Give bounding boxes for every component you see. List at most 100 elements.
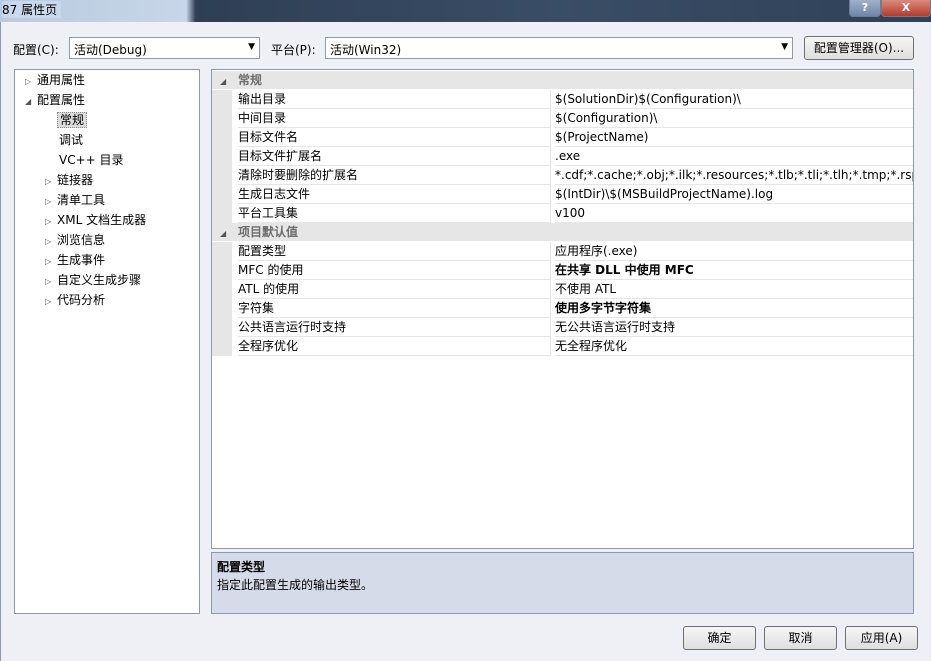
config-value: 活动(Debug) [74,43,147,57]
description-text: 指定此配置生成的输出类型。 [217,578,374,592]
tree-item-common-properties[interactable]: ▷ 通用属性 [25,71,85,89]
property-row[interactable]: ATL 的使用 不使用 ATL [212,280,913,299]
property-value[interactable]: $(IntDir)\$(MSBuildProjectName).log [555,185,913,204]
property-row[interactable]: 中间目录 $(Configuration)\ [212,109,913,128]
tree-item-label: 代码分析 [57,293,106,307]
property-name: 目标文件名 [238,128,551,147]
description-title: 配置类型 [217,560,266,574]
help-button[interactable]: ? [849,0,881,17]
category-general[interactable]: ◢ 常规 [212,71,913,89]
property-value[interactable]: .exe [555,147,913,166]
property-tree[interactable]: ▷ 通用属性 ◢ 配置属性 常规 调试 VC++ 目录 ▷ 链接器 ▷ 清单工具 ▷ XM… [14,69,200,614]
collapse-arrow-icon[interactable]: ◢ [220,73,238,91]
tree-item-manifest-tool[interactable]: ▷ 清单工具 [45,191,105,209]
tree-item-config-properties[interactable]: ◢ 配置属性 [25,91,85,109]
tree-item-browse-info[interactable]: ▷ 浏览信息 [45,231,105,249]
property-row[interactable]: 目标文件名 $(ProjectName) [212,128,913,147]
tree-item-label: 链接器 [57,173,94,187]
config-combo[interactable]: 活动(Debug) ▼ [69,37,260,59]
category-label: 常规 [238,73,263,87]
property-value[interactable]: $(SolutionDir)$(Configuration)\ [555,90,913,109]
chevron-down-icon: ▼ [781,42,788,52]
description-panel: 配置类型 指定此配置生成的输出类型。 [211,552,914,614]
tree-item-linker[interactable]: ▷ 链接器 [45,171,93,189]
expand-arrow-icon[interactable]: ▷ [45,193,57,211]
property-name: 公共语言运行时支持 [238,318,551,337]
property-value[interactable]: v100 [555,204,913,223]
config-label: 配置(C): [13,43,59,57]
expand-arrow-icon[interactable]: ▷ [45,293,57,311]
property-name: 中间目录 [238,109,551,128]
expand-arrow-icon[interactable]: ▷ [45,233,57,251]
expand-arrow-icon[interactable]: ▷ [25,73,37,91]
collapse-arrow-icon[interactable]: ◢ [220,225,238,243]
property-row-selected[interactable]: 配置类型 应用程序(.exe) [212,242,913,261]
title-bar: 87 属性页 ? X [0,0,931,22]
tree-item-build-events[interactable]: ▷ 生成事件 [45,251,105,269]
platform-label: 平台(P): [271,43,316,57]
category-label: 项目默认值 [238,225,299,239]
property-row[interactable]: 输出目录 $(SolutionDir)$(Configuration)\ [212,90,913,109]
tree-item-label: 配置属性 [37,93,86,107]
property-row[interactable]: 清除时要删除的扩展名 *.cdf;*.cache;*.obj;*.ilk;*.r… [212,166,913,185]
tree-item-label: 常规 [57,112,88,128]
tree-item-general[interactable]: 常规 [57,111,88,129]
platform-value: 活动(Win32) [330,43,402,57]
property-row[interactable]: 目标文件扩展名 .exe [212,147,913,166]
expand-arrow-icon[interactable]: ▷ [45,253,57,271]
ok-button[interactable]: 确定 [683,626,756,650]
property-name: ATL 的使用 [238,280,551,299]
property-name: 配置类型 [238,242,551,261]
chevron-down-icon: ▼ [248,42,255,52]
tree-item-custom-build-step[interactable]: ▷ 自定义生成步骤 [45,271,141,289]
tree-item-debugging[interactable]: 调试 [59,131,83,149]
tree-item-label: 生成事件 [57,253,106,267]
expand-arrow-icon[interactable]: ▷ [45,213,57,231]
property-name: 全程序优化 [238,337,551,356]
property-row[interactable]: 公共语言运行时支持 无公共语言运行时支持 [212,318,913,337]
tree-item-xml-doc-generator[interactable]: ▷ XML 文档生成器 [45,211,146,229]
tree-item-label: 浏览信息 [57,233,106,247]
tree-item-label: 清单工具 [57,193,106,207]
property-value[interactable]: 不使用 ATL [555,280,913,299]
dialog-body: 配置(C): 活动(Debug) ▼ 平台(P): 活动(Win32) ▼ 配置… [0,22,930,661]
property-row[interactable]: 平台工具集 v100 [212,204,913,223]
tree-item-vc-directories[interactable]: VC++ 目录 [59,151,124,169]
property-value[interactable]: 应用程序(.exe) [555,242,913,261]
property-name: 字符集 [238,299,551,318]
expand-arrow-icon[interactable]: ▷ [45,173,57,191]
platform-combo[interactable]: 活动(Win32) ▼ [325,37,793,59]
config-manager-button[interactable]: 配置管理器(O)... [804,36,914,60]
tree-item-label: 通用属性 [37,73,86,87]
collapse-arrow-icon[interactable]: ◢ [25,93,37,111]
property-row[interactable]: MFC 的使用 在共享 DLL 中使用 MFC [212,261,913,280]
property-name: 目标文件扩展名 [238,147,551,166]
window-title: 87 属性页 [2,1,62,18]
property-grid[interactable]: ◢ 常规 输出目录 $(SolutionDir)$(Configuration)\… [211,69,914,549]
property-name: MFC 的使用 [238,261,551,280]
property-row[interactable]: 字符集 使用多字节字符集 [212,299,913,318]
tree-item-label: 调试 [59,133,84,147]
property-value[interactable]: 无全程序优化 [555,337,913,356]
property-value[interactable]: *.cdf;*.cache;*.obj;*.ilk;*.resources;*.… [555,166,913,185]
expand-arrow-icon[interactable]: ▷ [45,273,57,291]
property-value[interactable]: 无公共语言运行时支持 [555,318,913,337]
property-value[interactable]: 使用多字节字符集 [555,299,913,318]
property-name: 生成日志文件 [238,185,551,204]
property-name: 输出目录 [238,90,551,109]
close-button[interactable]: X [881,0,931,17]
tree-item-label: XML 文档生成器 [57,213,147,227]
tree-item-code-analysis[interactable]: ▷ 代码分析 [45,291,105,309]
category-project-defaults[interactable]: ◢ 项目默认值 [212,223,913,241]
property-name: 平台工具集 [238,204,551,223]
tree-item-label: 自定义生成步骤 [57,273,142,287]
cancel-button[interactable]: 取消 [764,626,837,650]
apply-button[interactable]: 应用(A) [845,626,918,650]
property-row[interactable]: 全程序优化 无全程序优化 [212,337,913,356]
property-value[interactable]: $(ProjectName) [555,128,913,147]
property-value[interactable]: $(Configuration)\ [555,109,913,128]
property-name: 清除时要删除的扩展名 [238,166,551,185]
tree-item-label: VC++ 目录 [59,153,124,167]
property-value[interactable]: 在共享 DLL 中使用 MFC [555,261,913,280]
property-row[interactable]: 生成日志文件 $(IntDir)\$(MSBuildProjectName).l… [212,185,913,204]
